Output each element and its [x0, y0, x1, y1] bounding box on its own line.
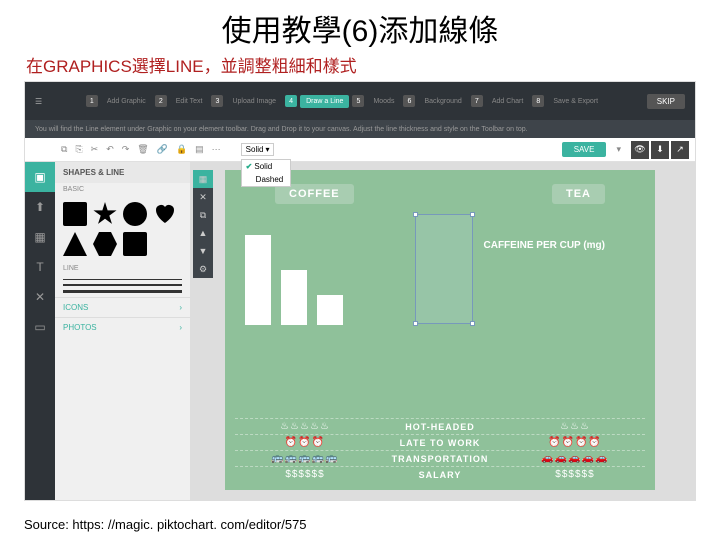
step-label-active[interactable]: Draw a Line — [300, 95, 349, 108]
download-icon[interactable]: ⬇ — [651, 141, 669, 159]
dropdown-option[interactable]: Dashed — [242, 173, 290, 186]
close-icon[interactable]: ✕ — [193, 188, 213, 206]
step-label[interactable]: Add Chart — [486, 95, 530, 108]
dropdown-menu: ✔Solid Dashed — [241, 159, 291, 187]
cut-icon[interactable]: ✂ — [91, 144, 99, 155]
undo-icon[interactable]: ↶ — [106, 144, 114, 155]
shapes-grid: ♥ — [55, 196, 190, 262]
line-thin[interactable] — [63, 279, 182, 280]
text-tab[interactable]: T — [25, 252, 55, 282]
step-num[interactable]: 5 — [352, 95, 364, 107]
chevron-right-icon: › — [179, 303, 182, 312]
step-label[interactable]: Edit Text — [170, 95, 209, 108]
context-toolbar: ▦ ✕ ⧉ ▲ ▼ ⚙ — [193, 170, 213, 278]
source-link[interactable]: https: //magic. piktochart. com/editor/5… — [72, 517, 306, 532]
menu-icon[interactable]: ☰ — [35, 97, 42, 106]
step-label[interactable]: Upload Image — [226, 95, 282, 108]
app-window: ☰ 1 Add Graphic 2 Edit Text 3 Upload Ima… — [24, 81, 696, 501]
lock2-icon[interactable]: 🔒 — [176, 144, 187, 155]
tools-tab[interactable]: ✕ — [25, 282, 55, 312]
source-citation: Source: https: //magic. piktochart. com/… — [24, 517, 307, 532]
left-rail: ▣ ⬆ ▦ T ✕ ▭ — [25, 162, 55, 501]
shape-triangle[interactable] — [63, 232, 87, 256]
select-icon[interactable]: ▦ — [193, 170, 213, 188]
shape-circle[interactable] — [123, 202, 147, 226]
panel-header: SHAPES & LINE — [55, 162, 190, 183]
top-progress-bar: ☰ 1 Add Graphic 2 Edit Text 3 Upload Ima… — [25, 82, 695, 120]
skip-button[interactable]: SKIP — [647, 94, 685, 109]
dropdown-icon[interactable]: ▾ — [616, 144, 621, 155]
copy-icon[interactable]: ⧉ — [193, 206, 213, 224]
more-icon[interactable]: ⋯ — [212, 144, 221, 155]
shape-heart[interactable]: ♥ — [153, 202, 177, 226]
caffeine-label: CAFFEINE PER CUP (mg) — [484, 240, 606, 251]
redo-icon[interactable]: ↷ — [122, 144, 130, 155]
chevron-right-icon: › — [179, 323, 182, 332]
chevron-down-icon: ▾ — [265, 145, 269, 154]
shape-square2[interactable] — [123, 232, 147, 256]
instruction-bar: You will find the Line element under Gra… — [25, 120, 695, 138]
line-thick[interactable] — [63, 290, 182, 293]
shape-hexagon[interactable] — [93, 232, 117, 256]
lock-icon[interactable]: ⎘ — [75, 144, 82, 155]
accordion-photos[interactable]: PHOTOS› — [55, 317, 190, 337]
save-button[interactable]: SAVE — [562, 142, 607, 157]
line-style-dropdown[interactable]: Solid ▾ ✔Solid Dashed — [241, 143, 275, 156]
step-num[interactable]: 3 — [211, 95, 223, 107]
accordion-icons[interactable]: ICONS› — [55, 297, 190, 317]
shape-square[interactable] — [63, 202, 87, 226]
editor-toolbar: ⧉ ⎘ ✂ ↶ ↷ 🗑 🔗 🔒 ▤ ⋯ Solid ▾ ✔Solid Dashe… — [25, 138, 695, 162]
slide-title: 使用教學(6)添加線條 — [0, 0, 720, 52]
infographic-canvas[interactable]: COFFEE TEA CAFFEINE PER CUP (mg) ♨♨♨♨♨HO… — [225, 170, 655, 490]
delete-icon[interactable]: 🗑 — [137, 144, 148, 155]
step-num[interactable]: 8 — [532, 95, 544, 107]
tab-tea: TEA — [552, 184, 605, 204]
toolbar-right: 👁 ⬇ ↗ — [631, 141, 689, 159]
line-swatches — [55, 275, 190, 297]
canvas-area[interactable]: ▦ ✕ ⧉ ▲ ▼ ⚙ COFFEE TEA — [191, 162, 695, 501]
bar-chart — [245, 225, 395, 325]
selection-box[interactable] — [415, 214, 473, 324]
shapes-panel: SHAPES & LINE BASIC ♥ LINE ICON — [55, 162, 191, 501]
step-label[interactable]: Add Graphic — [101, 95, 152, 108]
slide-subtitle: 在GRAPHICS選擇LINE，並調整粗細和樣式 — [0, 52, 720, 81]
workspace: ▣ ⬆ ▦ T ✕ ▭ SHAPES & LINE BASIC ♥ — [25, 162, 695, 501]
bar — [317, 295, 343, 325]
panel-sub-basic: BASIC — [55, 183, 190, 196]
tab-coffee: COFFEE — [275, 184, 354, 204]
graphics-tab[interactable]: ▣ — [25, 162, 55, 192]
copy-icon[interactable]: ⧉ — [61, 144, 67, 155]
layer-icon[interactable]: ▤ — [195, 144, 204, 155]
down-icon[interactable]: ▼ — [193, 242, 213, 260]
bar — [245, 235, 271, 325]
photos-tab[interactable]: ▭ — [25, 312, 55, 342]
uploads-tab[interactable]: ⬆ — [25, 192, 55, 222]
step-label[interactable]: Moods — [367, 95, 400, 108]
panel-sub-line: LINE — [55, 262, 190, 275]
dropdown-option[interactable]: ✔Solid — [242, 160, 290, 173]
step-num-active[interactable]: 4 — [285, 95, 297, 107]
check-icon: ✔ — [246, 162, 253, 171]
comparison-rows: ♨♨♨♨♨HOT-HEADED♨♨♨ ⏰⏰⏰LATE TO WORK⏰⏰⏰⏰ 🚌… — [235, 418, 645, 482]
tool-icon-group: ⧉ ⎘ ✂ ↶ ↷ 🗑 🔗 🔒 ▤ ⋯ — [61, 144, 221, 155]
step-num[interactable]: 1 — [86, 95, 98, 107]
bar — [281, 270, 307, 325]
share-icon[interactable]: ↗ — [671, 141, 689, 159]
link-icon[interactable]: 🔗 — [157, 144, 168, 155]
preview-icon[interactable]: 👁 — [631, 141, 649, 159]
shape-star[interactable] — [93, 202, 117, 226]
line-med[interactable] — [63, 284, 182, 286]
step-num[interactable]: 6 — [403, 95, 415, 107]
up-icon[interactable]: ▲ — [193, 224, 213, 242]
step-progress: 1 Add Graphic 2 Edit Text 3 Upload Image… — [54, 95, 635, 108]
step-num[interactable]: 2 — [155, 95, 167, 107]
background-tab[interactable]: ▦ — [25, 222, 55, 252]
step-label[interactable]: Save & Export — [547, 95, 604, 108]
step-num[interactable]: 7 — [471, 95, 483, 107]
step-label[interactable]: Background — [418, 95, 467, 108]
gear-icon[interactable]: ⚙ — [193, 260, 213, 278]
